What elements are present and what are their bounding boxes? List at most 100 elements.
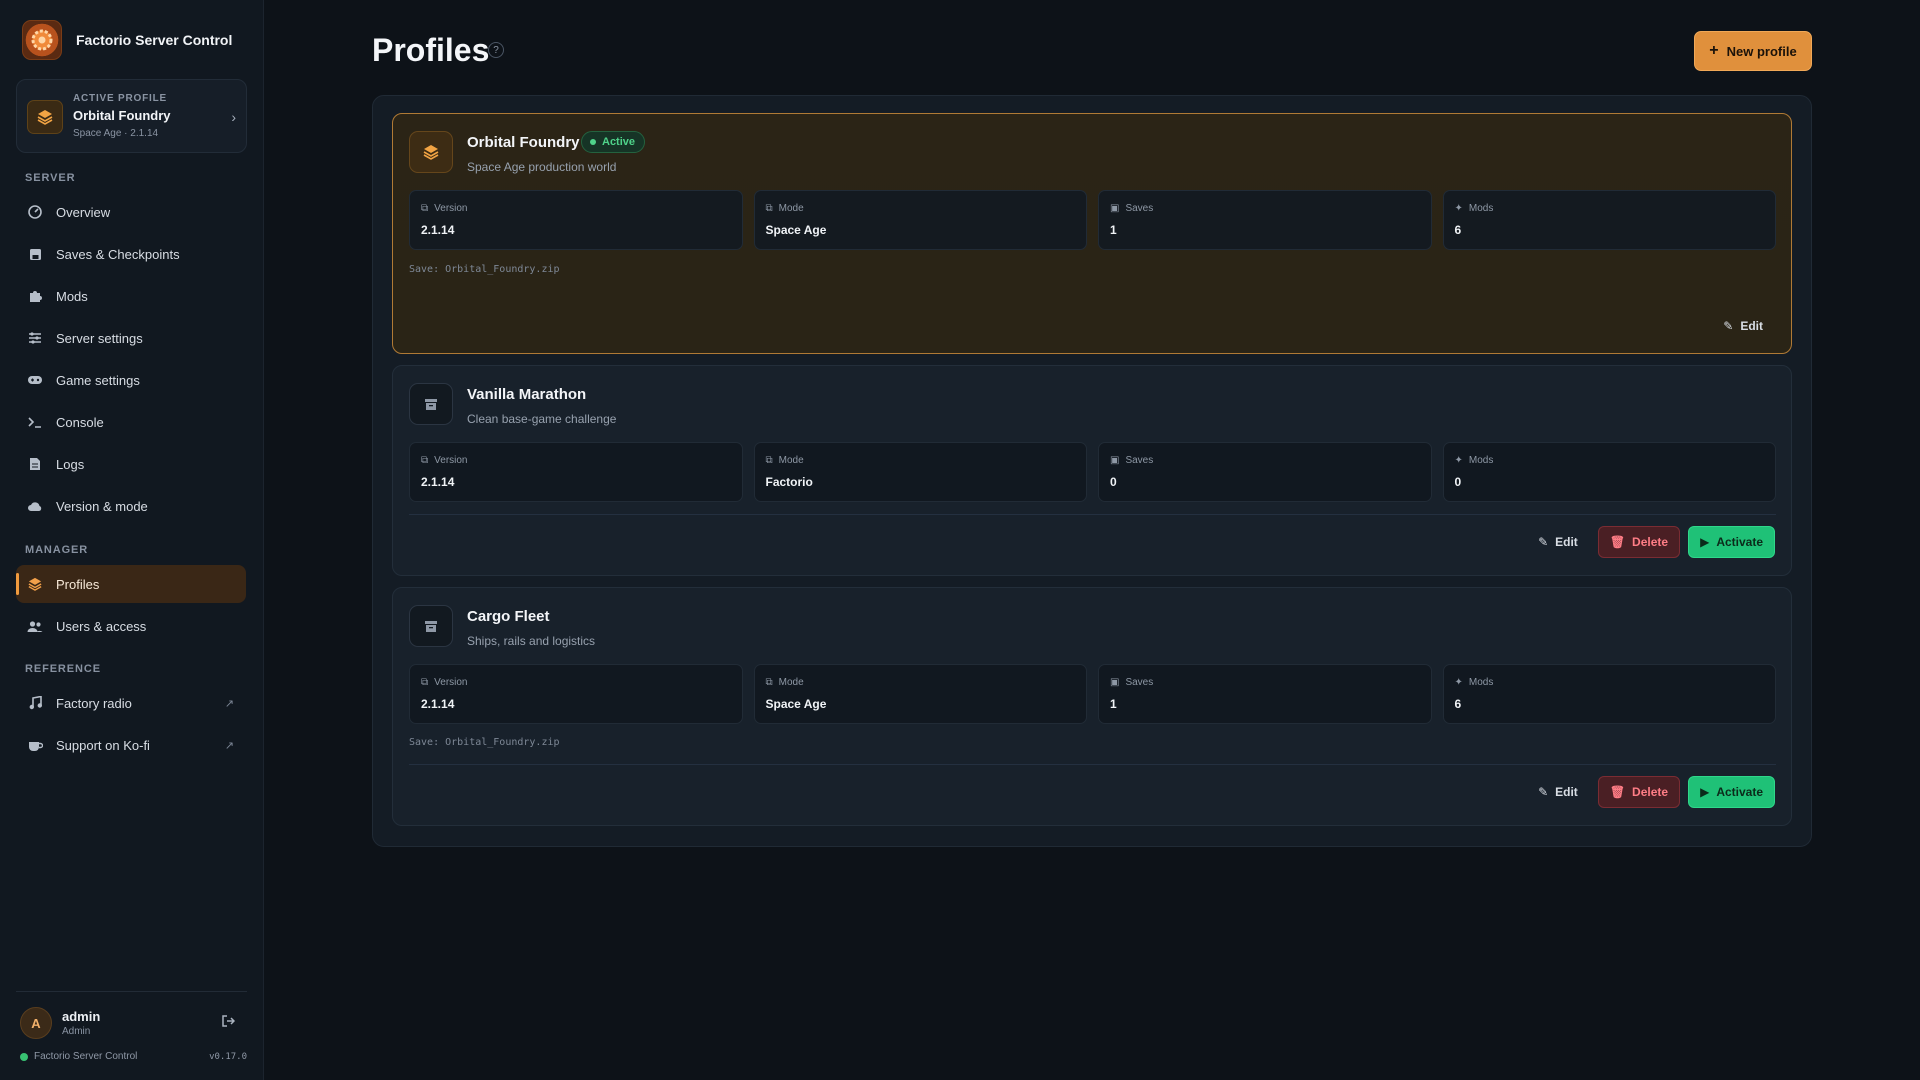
nav-item-factory-radio[interactable]: Factory radio ↗ [16, 684, 246, 722]
nav-item-saves[interactable]: Saves & Checkpoints [16, 235, 246, 273]
stat-value: 2.1.14 [421, 223, 455, 237]
edit-label: Edit [1740, 319, 1763, 333]
status-text: Factorio Server Control [34, 1051, 138, 1062]
stat-label: Mode [778, 455, 804, 466]
nav-item-support-kofi[interactable]: Support on Ko-fi ↗ [16, 726, 246, 764]
profile-card-cargo-fleet: Cargo Fleet Ships, rails and logistics ⧉… [392, 587, 1792, 826]
stat-value: 6 [1454, 223, 1462, 237]
edit-button[interactable]: ✎ Edit [1526, 776, 1590, 808]
nav-item-label: Overview [56, 204, 111, 220]
profile-card-vanilla-marathon: Vanilla Marathon Clean base-game challen… [392, 365, 1792, 576]
nav-item-server-settings[interactable]: Server settings [16, 319, 246, 357]
nav-item-mods[interactable]: Mods [16, 277, 246, 315]
nav-item-label: Factory radio [56, 695, 132, 711]
profile-name: Cargo Fleet [467, 608, 550, 625]
save-file-note: Save: Orbital_Foundry.zip [409, 737, 560, 748]
stat-value: 0 [1110, 475, 1117, 489]
layers-icon [27, 100, 63, 134]
delete-button[interactable]: 🗑 Delete [1597, 526, 1681, 558]
active-profile-kicker: ACTIVE PROFILE [73, 93, 167, 104]
cloud-icon [27, 498, 43, 514]
stat-mods: ✦ Mods 6 [1442, 664, 1776, 724]
factorio-gear-logo-icon [22, 20, 62, 60]
profile-description: Ships, rails and logistics [467, 634, 596, 648]
terminal-icon [27, 414, 43, 430]
user-name: admin [62, 1009, 101, 1024]
stat-saves: ▣ Saves 1 [1098, 664, 1432, 724]
chevron-right-icon: › [231, 109, 236, 125]
stat-label: Mode [778, 203, 804, 214]
new-profile-button[interactable]: + New profile [1694, 31, 1812, 71]
logout-icon[interactable] [221, 1014, 236, 1031]
stat-mode: ⧉ Mode Space Age [753, 664, 1087, 724]
puzzle-icon: ✦ [1454, 677, 1463, 688]
layers-icon [409, 131, 453, 173]
stat-label: Mods [1468, 455, 1494, 466]
stat-mode: ⧉ Mode Factorio [753, 442, 1087, 502]
stat-label: Mode [778, 677, 804, 688]
stat-label: Saves [1125, 203, 1154, 214]
stat-saves: ▣ Saves 0 [1098, 442, 1432, 502]
archive-icon [409, 605, 453, 647]
nav-item-label: Saves & Checkpoints [56, 246, 180, 262]
profile-stats: ⧉ Version 2.1.14 ⧉ Mode Space Age ▣ Saves 1 ✦ M… [409, 664, 1776, 724]
stat-version: ⧉ Version 2.1.14 [409, 664, 743, 724]
activate-button[interactable]: ▶ Activate [1688, 526, 1775, 558]
avatar: A [20, 1007, 52, 1039]
archive-icon [409, 383, 453, 425]
copy-icon: ⧉ [765, 677, 773, 688]
nav-item-logs[interactable]: Logs [16, 445, 246, 483]
help-icon[interactable]: ? [488, 42, 504, 58]
edit-button[interactable]: ✎ Edit [1711, 310, 1775, 342]
profile-actions: ✎ Edit [1711, 310, 1775, 342]
users-icon [27, 618, 43, 634]
nav-item-label: Version & mode [56, 498, 148, 514]
nav-item-version-mode[interactable]: Version & mode [16, 487, 246, 525]
gauge-icon [27, 204, 43, 220]
activate-label: Activate [1716, 785, 1763, 799]
stat-value: 0 [1454, 475, 1462, 489]
profile-actions: ✎ Edit 🗑 Delete ▶ Activate [1526, 776, 1775, 808]
nav-item-profiles[interactable]: Profiles [16, 565, 246, 603]
edit-label: Edit [1555, 535, 1578, 549]
status-dot-icon [20, 1052, 28, 1061]
stat-value: Factorio [765, 475, 813, 489]
active-profile-sub: Space Age · 2.1.14 [73, 128, 159, 139]
activate-label: Activate [1716, 535, 1763, 549]
nav-item-label: Mods [56, 288, 88, 304]
stat-label: Saves [1125, 677, 1154, 688]
user-panel: A admin Admin Factorio Server Control v0… [16, 991, 247, 1062]
profile-stats: ⧉ Version 2.1.14 ⧉ Mode Space Age ▣ Saves 1 ✦ M… [409, 190, 1776, 250]
stat-label: Mods [1468, 203, 1494, 214]
sidebar: Factorio Server Control ACTIVE PROFILE O… [0, 0, 264, 1080]
active-profile-switcher[interactable]: ACTIVE PROFILE Orbital Foundry Space Age… [16, 79, 247, 153]
profile-card-orbital-foundry: Orbital Foundry Active Space Age product… [392, 113, 1792, 354]
activate-button[interactable]: ▶ Activate [1688, 776, 1775, 808]
profile-name: Orbital Foundry [467, 134, 580, 151]
music-icon [27, 695, 43, 711]
nav-item-overview[interactable]: Overview [16, 193, 246, 231]
copy-icon: ⧉ [421, 455, 429, 466]
divider [409, 764, 1776, 765]
stat-label: Mods [1468, 677, 1494, 688]
stat-version: ⧉ Version 2.1.14 [409, 442, 743, 502]
stat-label: Version [434, 455, 468, 466]
nav-item-label: Users & access [56, 618, 147, 634]
nav-section-manager: MANAGER [25, 544, 89, 556]
nav-item-users-access[interactable]: Users & access [16, 607, 246, 645]
copy-icon: ⧉ [765, 455, 773, 466]
divider [409, 514, 1776, 515]
copy-icon: ⧉ [421, 203, 429, 214]
delete-button[interactable]: 🗑 Delete [1597, 776, 1681, 808]
layers-icon [27, 576, 43, 592]
stat-mods: ✦ Mods 6 [1442, 190, 1776, 250]
stat-value: 2.1.14 [421, 475, 455, 489]
puzzle-icon: ✦ [1454, 203, 1463, 214]
nav-item-game-settings[interactable]: Game settings [16, 361, 246, 399]
nav-item-console[interactable]: Console [16, 403, 246, 441]
profile-description: Clean base-game challenge [467, 412, 617, 426]
nav-section-server: SERVER [25, 172, 76, 184]
badge-label: Active [602, 136, 636, 148]
edit-button[interactable]: ✎ Edit [1526, 526, 1590, 558]
external-link-icon: ↗ [224, 697, 234, 710]
